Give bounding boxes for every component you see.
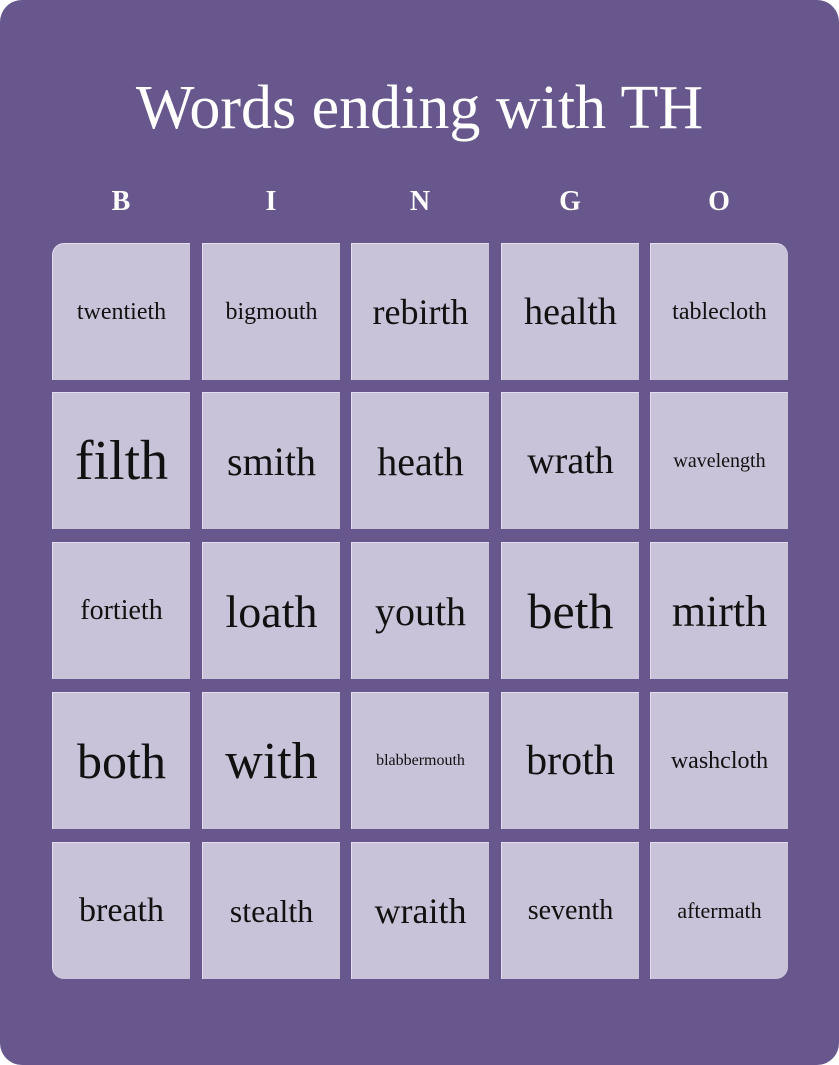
bingo-cell[interactable]: both xyxy=(52,692,190,829)
card-title: Words ending with TH xyxy=(135,74,704,142)
cell-word: filth xyxy=(74,430,169,492)
cell-word: aftermath xyxy=(677,898,762,923)
bingo-cell[interactable]: twentieth xyxy=(52,243,190,380)
bingo-cell[interactable]: loath xyxy=(202,542,340,679)
cell-word: seventh xyxy=(527,895,614,926)
bingo-cell[interactable]: wavelength xyxy=(650,392,788,529)
bingo-cell[interactable]: wrath xyxy=(501,392,639,529)
cell-word: wrath xyxy=(527,440,614,482)
cell-word: both xyxy=(77,733,166,789)
bingo-header: B I N G O xyxy=(52,182,788,222)
header-letter-g: G xyxy=(559,186,581,217)
bingo-cell[interactable]: health xyxy=(501,243,639,380)
header-letter-o: O xyxy=(708,186,730,217)
cell-word: loath xyxy=(225,585,318,637)
bingo-cell[interactable]: broth xyxy=(501,692,639,829)
bingo-cell[interactable]: with xyxy=(202,692,340,829)
cell-word: health xyxy=(524,291,617,333)
cell-word: twentieth xyxy=(76,298,167,325)
bingo-cell[interactable]: filth xyxy=(52,392,190,529)
bingo-cell[interactable]: blabbermouth xyxy=(351,692,489,829)
bingo-cell[interactable]: bigmouth xyxy=(202,243,340,380)
cell-word: heath xyxy=(377,438,464,484)
cell-word: with xyxy=(225,732,318,790)
header-letter-b: B xyxy=(111,186,131,217)
bingo-cell[interactable]: wraith xyxy=(351,842,489,979)
bingo-card: Words ending with TH B I N G O twentieth… xyxy=(0,0,839,1065)
cell-word: breath xyxy=(79,892,164,929)
bingo-cell[interactable]: heath xyxy=(351,392,489,529)
bingo-grid: twentieth bigmouth rebirth health tablecloth… xyxy=(52,243,788,979)
bingo-cell[interactable]: beth xyxy=(501,542,639,679)
bingo-cell[interactable]: washcloth xyxy=(650,692,788,829)
cell-word: tablecloth xyxy=(672,298,767,325)
header-letter-n: N xyxy=(409,186,431,217)
bingo-cell[interactable]: fortieth xyxy=(52,542,190,679)
bingo-cell[interactable]: breath xyxy=(52,842,190,979)
cell-word: mirth xyxy=(671,586,768,636)
cell-word: wavelength xyxy=(673,449,766,472)
cell-word: stealth xyxy=(229,892,314,929)
header-letter-i: I xyxy=(265,186,277,217)
cell-word: fortieth xyxy=(80,595,163,626)
cell-word: beth xyxy=(527,583,614,639)
bingo-cell[interactable]: aftermath xyxy=(650,842,788,979)
cell-word: bigmouth xyxy=(225,298,318,325)
bingo-cell[interactable]: rebirth xyxy=(351,243,489,380)
cell-word: rebirth xyxy=(372,292,469,332)
cell-word: washcloth xyxy=(670,747,769,774)
cell-word: youth xyxy=(374,588,467,634)
bingo-cell[interactable]: stealth xyxy=(202,842,340,979)
bingo-cell[interactable]: youth xyxy=(351,542,489,679)
bingo-cell[interactable]: tablecloth xyxy=(650,243,788,380)
bingo-cell[interactable]: mirth xyxy=(650,542,788,679)
cell-word: smith xyxy=(227,438,316,484)
bingo-cell[interactable]: seventh xyxy=(501,842,639,979)
cell-word: blabbermouth xyxy=(376,752,465,769)
cell-word: broth xyxy=(526,738,615,784)
cell-word: wraith xyxy=(374,891,467,931)
bingo-cell[interactable]: smith xyxy=(202,392,340,529)
